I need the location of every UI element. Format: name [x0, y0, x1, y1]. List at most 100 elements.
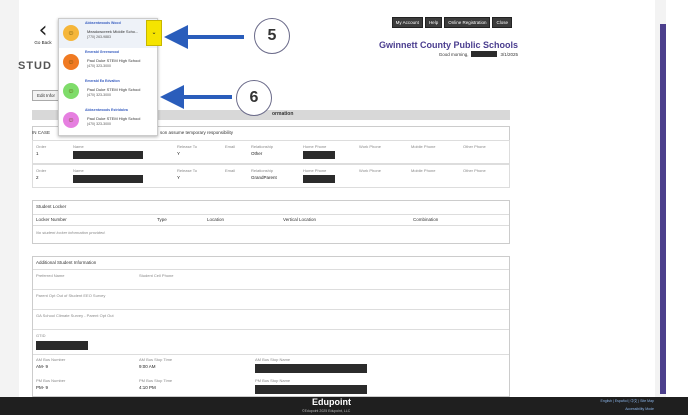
preferred-name-label: Preferred Name — [36, 273, 65, 278]
ga-survey-label: GA School Climate Survey - Parent Opt Ou… — [36, 313, 114, 318]
top-buttons: My Account Help Online Registration Clos… — [391, 17, 512, 28]
smiley-face-icon: ☺ — [63, 83, 79, 99]
student-option[interactable]: ☺ Abbsentwoods Estridalva Paul Duke STEM… — [59, 106, 157, 135]
name-header: Name — [73, 144, 84, 149]
email-header: Email — [225, 168, 236, 173]
email-header: Email — [225, 144, 236, 149]
greeting-text: Good morning, — [438, 51, 469, 57]
work-phone-header: Work Phone — [359, 144, 381, 149]
chevron-left-icon: ‹ — [38, 18, 48, 43]
release-value: Y — [177, 151, 181, 156]
gtid-label: GTID — [36, 333, 46, 338]
edupoint-logo: Edupoint — [312, 397, 351, 407]
student-switcher-dropdown: ☺ Abbsentwoods Wood Meadowcreek Middle S… — [58, 18, 158, 136]
redacted-name — [471, 51, 498, 57]
mobile-phone-header: Mobile Phone — [411, 168, 436, 173]
vertical-location-header: Vertical Location — [283, 217, 317, 222]
student-option[interactable]: ☺ Emerald Greenwood Paul Duke STEM High … — [59, 48, 157, 77]
student-option[interactable]: ☺ Abbsentwoods Wood Meadowcreek Middle S… — [59, 19, 157, 48]
home-phone-header: Home Phone — [303, 168, 327, 173]
redacted-stop — [255, 364, 367, 373]
smiley-face-icon: ☺ — [63, 54, 79, 70]
relationship-value: Other — [251, 151, 263, 156]
pm-bus-number-label: PM Bus Number — [36, 378, 66, 383]
accessibility-link[interactable]: Accessibility Mode — [625, 407, 654, 411]
additional-title: Additional Student Information — [36, 260, 97, 265]
footer-links[interactable]: English | Español | 中文 | Site Map — [600, 399, 654, 404]
edit-information-button[interactable]: Edit Infor — [32, 90, 61, 101]
student-phone: (470) 323-3000 — [87, 93, 111, 97]
student-name: Abbsentwoods Wood — [85, 21, 121, 25]
am-bus-number-value: AM- 9 — [36, 364, 49, 369]
mobile-phone-header: Mobile Phone — [411, 144, 436, 149]
callout-5: 5 — [254, 18, 290, 54]
redacted-name — [73, 151, 143, 159]
am-bus-number-label: AM Bus Number — [36, 357, 66, 362]
student-locker-panel: Student Locker Locker Number Type Locati… — [32, 200, 510, 244]
am-bus-stop-label: AM Bus Stop Name — [255, 357, 291, 362]
pm-bus-number-value: PM- 9 — [36, 385, 49, 390]
table-row: Order 1 Name Release To Y Email Relation… — [32, 140, 510, 164]
student-cell-phone-label: Student Cell Phone — [139, 273, 174, 278]
student-school: Paul Duke STEM High School — [87, 58, 141, 63]
redacted-name — [73, 175, 143, 183]
type-header: Type — [157, 217, 167, 222]
student-school: Meadowcreek Middle Scho... — [87, 29, 139, 34]
relationship-header: Relationship — [251, 144, 274, 149]
pm-bus-time-value: 4:10 PM — [139, 385, 156, 390]
close-button[interactable]: Close — [492, 17, 512, 28]
student-name: Emerald Ea Edvalton — [85, 79, 120, 83]
release-header: Release To — [177, 144, 197, 149]
release-header: Release To — [177, 168, 197, 173]
left-margin — [0, 0, 19, 415]
locker-number-header: Locker Number — [36, 217, 67, 222]
school-name: Gwinnett County Public Schools — [378, 40, 518, 50]
am-bus-time-label: AM Bus Stop Time — [139, 357, 173, 362]
student-name: Emerald Greenwood — [85, 50, 120, 54]
student-phone: (470) 323-3000 — [87, 122, 111, 126]
name-header: Name — [73, 168, 84, 173]
order-value: 1 — [36, 151, 39, 156]
student-phone: (770) 263-9883 — [87, 35, 111, 39]
other-phone-header: Other Phone — [463, 168, 486, 173]
copyright-text: ©Edupoint 2025 Edupoint, LLC — [302, 409, 351, 413]
other-phone-header: Other Phone — [463, 144, 486, 149]
release-value: Y — [177, 175, 181, 180]
greeting: Good morning, 3/1/2025 — [439, 51, 518, 57]
am-bus-time-value: 9:00 AM — [139, 364, 156, 369]
student-option[interactable]: ☺ Emerald Ea Edvalton Paul Duke STEM Hig… — [59, 77, 157, 106]
student-phone: (470) 323-3000 — [87, 64, 111, 68]
page-title: STUD — [18, 60, 52, 72]
home-phone-header: Home Phone — [303, 144, 327, 149]
order-header: Order — [36, 144, 47, 149]
student-school: Paul Duke STEM High School — [87, 116, 141, 121]
redacted-gtid — [36, 341, 88, 350]
callout-6: 6 — [236, 80, 272, 116]
footer: Edupoint ©Edupoint 2025 Edupoint, LLC En… — [0, 397, 688, 415]
go-back-label: Go Back — [34, 40, 52, 45]
pm-bus-time-label: PM Bus Stop Time — [139, 378, 173, 383]
order-value: 2 — [36, 175, 39, 180]
relationship-header: Relationship — [251, 168, 274, 173]
table-row: Order 2 Name Release To Y Email Relation… — [32, 164, 510, 188]
redacted-stop — [255, 385, 367, 394]
scrollbar[interactable] — [660, 24, 666, 394]
relationship-value: GrandParent — [251, 175, 277, 180]
student-name: Abbsentwoods Estridalva — [85, 108, 128, 112]
student-school: Paul Duke STEM High School — [87, 87, 141, 92]
redacted-phone — [303, 151, 335, 159]
location-header: Location — [207, 217, 225, 222]
my-account-button[interactable]: My Account — [391, 17, 423, 28]
dropdown-toggle-button[interactable]: ⌄ — [146, 20, 162, 46]
locker-title: Student Locker — [36, 204, 67, 209]
work-phone-header: Work Phone — [359, 168, 381, 173]
help-button[interactable]: Help — [424, 17, 443, 28]
emergency-note: son assume temporary responsibility — [160, 130, 234, 135]
pm-bus-stop-label: PM Bus Stop Name — [255, 378, 291, 383]
date-text: 3/1/2025 — [500, 51, 518, 57]
smiley-face-icon: ☺ — [63, 25, 79, 41]
go-back-button[interactable]: ‹ Go Back — [32, 18, 54, 50]
order-header: Order — [36, 168, 47, 173]
additional-info-panel: Additional Student Information Preferred… — [32, 256, 510, 397]
online-registration-button[interactable]: Online Registration — [444, 17, 491, 28]
